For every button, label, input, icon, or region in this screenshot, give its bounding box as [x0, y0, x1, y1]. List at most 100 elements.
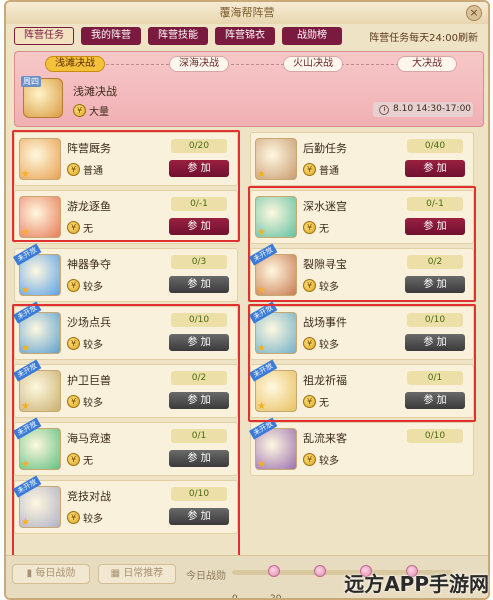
- task-count: 0/1: [171, 429, 227, 443]
- daily-battle-label: 每日战勋: [35, 568, 76, 579]
- shield-icon: ★: [19, 138, 61, 180]
- task-reward-text: 无: [83, 456, 93, 467]
- stage-connector: [61, 64, 439, 65]
- task-reward-text: 普通: [319, 166, 339, 177]
- task-count: 0/10: [407, 313, 463, 327]
- join-button[interactable]: 参 加: [169, 392, 229, 409]
- task-reward: ¥ 无: [67, 220, 93, 235]
- task-name: 竞技对战: [67, 490, 111, 503]
- tab-5[interactable]: 战勋榜: [282, 27, 342, 45]
- task-card: ★ 未开放 沙场点兵 ¥ 较多 0/10 参 加: [13, 301, 238, 360]
- star-icon: ★: [21, 343, 30, 354]
- tab-2[interactable]: 我的阵营: [81, 27, 141, 45]
- task-reward-text: 较多: [83, 282, 103, 293]
- join-button[interactable]: 参 加: [405, 392, 465, 409]
- task-name: 乱流来客: [303, 432, 347, 445]
- task-card: ★ 未开放 护卫巨兽 ¥ 较多 0/2 参 加: [13, 359, 238, 418]
- task-reward-text: 无: [319, 224, 329, 235]
- task-card: ★ 未开放 祖龙祈福 ¥ 无 0/1 参 加: [249, 359, 474, 418]
- task-reward-text: 较多: [319, 282, 339, 293]
- join-button[interactable]: 参 加: [405, 334, 465, 351]
- window-titlebar: 覆海帮阵营 ×: [6, 2, 488, 24]
- stage-4[interactable]: 大决战: [397, 56, 457, 72]
- task-count: 0/10: [407, 429, 463, 443]
- battle-banner: 浅滩决战 深海决战 火山决战 大决战 周四 浅滩决战 ¥ 大量 8.10 14:30-…: [14, 51, 484, 127]
- task-count: 0/2: [171, 371, 227, 385]
- task-card: ★ 后勤任务 ¥ 普通 0/40 参 加: [250, 132, 474, 186]
- task-reward-text: 无: [319, 398, 329, 409]
- join-button[interactable]: 参 加: [405, 160, 465, 177]
- daily-recommend-button[interactable]: ▦ 日常推荐: [98, 564, 176, 584]
- task-count: 0/-1: [407, 197, 463, 211]
- window-title: 覆海帮阵营: [219, 6, 275, 19]
- star-icon: ★: [21, 169, 30, 180]
- stage-2[interactable]: 深海决战: [169, 56, 229, 72]
- join-button[interactable]: 参 加: [169, 334, 229, 351]
- join-button[interactable]: 参 加: [405, 218, 465, 235]
- task-name: 祖龙祈福: [303, 374, 347, 387]
- task-reward: ¥ 较多: [67, 394, 103, 409]
- task-reward: ¥ 较多: [303, 336, 339, 351]
- task-name: 深水迷宫: [303, 200, 347, 213]
- stage-3[interactable]: 火山决战: [283, 56, 343, 72]
- coin-icon: ¥: [303, 395, 316, 408]
- battle-icon: 周四: [21, 76, 63, 118]
- milestone-reward-icon[interactable]: [268, 565, 280, 577]
- task-name: 沙场点兵: [67, 316, 111, 329]
- coin-icon: ¥: [73, 104, 86, 117]
- task-count: 0/2: [407, 255, 463, 269]
- coin-icon: ¥: [67, 163, 80, 176]
- day-label: 周四: [21, 76, 41, 87]
- task-reward: ¥ 普通: [303, 162, 339, 177]
- task-card: ★ 未开放 乱流来客 ¥ 较多 0/10: [249, 417, 474, 476]
- tab-4[interactable]: 阵营锦衣: [215, 27, 275, 45]
- coin-icon: ¥: [303, 337, 316, 350]
- coin-icon: ¥: [303, 163, 316, 176]
- tab-1[interactable]: 阵营任务: [14, 27, 74, 45]
- task-name: 护卫巨兽: [67, 374, 111, 387]
- task-card: ★ 游龙逐鱼 ¥ 无 0/-1 参 加: [14, 190, 238, 244]
- clock-icon: [379, 104, 389, 115]
- join-button[interactable]: 参 加: [169, 160, 229, 177]
- banner-time: 8.10 14:30-17:00: [373, 102, 473, 117]
- tab-3[interactable]: 阵营技能: [148, 27, 208, 45]
- join-button[interactable]: 参 加: [169, 508, 229, 525]
- task-reward-text: 较多: [83, 398, 103, 409]
- task-name: 战场事件: [303, 316, 347, 329]
- join-button[interactable]: 参 加: [169, 218, 229, 235]
- star-icon: ★: [257, 285, 266, 296]
- milestone-value: 20: [270, 594, 282, 600]
- task-reward-text: 无: [83, 224, 93, 235]
- task-reward-text: 普通: [83, 166, 103, 177]
- refresh-notice: 阵营任务每天24:00刷新: [369, 33, 478, 44]
- join-button[interactable]: 参 加: [169, 276, 229, 293]
- task-count: 0/40: [407, 139, 463, 153]
- cart-icon: ★: [255, 138, 297, 180]
- stage-1[interactable]: 浅滩决战: [45, 56, 105, 72]
- milestone-reward-icon[interactable]: [314, 565, 326, 577]
- task-name: 海马竞速: [67, 432, 111, 445]
- star-icon: ★: [21, 459, 30, 470]
- task-card: ★ 未开放 战场事件 ¥ 较多 0/10 参 加: [249, 301, 474, 360]
- daily-battle-button[interactable]: ▮ 每日战勋: [12, 564, 90, 584]
- task-card: ★ 未开放 神器争夺 ¥ 较多 0/3 参 加: [13, 243, 238, 302]
- star-icon: ★: [257, 227, 266, 238]
- task-reward: ¥ 较多: [67, 336, 103, 351]
- join-button[interactable]: 参 加: [405, 276, 465, 293]
- coin-icon: ¥: [67, 453, 80, 466]
- star-icon: ★: [21, 517, 30, 528]
- task-name: 神器争夺: [67, 258, 111, 271]
- milestone-value: 0: [232, 594, 238, 600]
- star-icon: ★: [21, 227, 30, 238]
- coin-icon: ¥: [303, 221, 316, 234]
- close-icon[interactable]: ×: [466, 5, 482, 21]
- task-reward: ¥ 较多: [303, 452, 339, 467]
- task-reward-text: 较多: [319, 456, 339, 467]
- progress-label: 今日战勋: [186, 571, 226, 582]
- task-count: 0/10: [171, 487, 227, 501]
- coin-icon: ¥: [67, 395, 80, 408]
- task-reward: ¥ 较多: [67, 510, 103, 525]
- camp-window: 覆海帮阵营 × 阵营任务 我的阵营 阵营技能 阵营锦衣 战勋榜 阵营任务每天24:00刷…: [4, 0, 490, 600]
- banner-time-text: 8.10 14:30-17:00: [393, 104, 472, 114]
- join-button[interactable]: 参 加: [169, 450, 229, 467]
